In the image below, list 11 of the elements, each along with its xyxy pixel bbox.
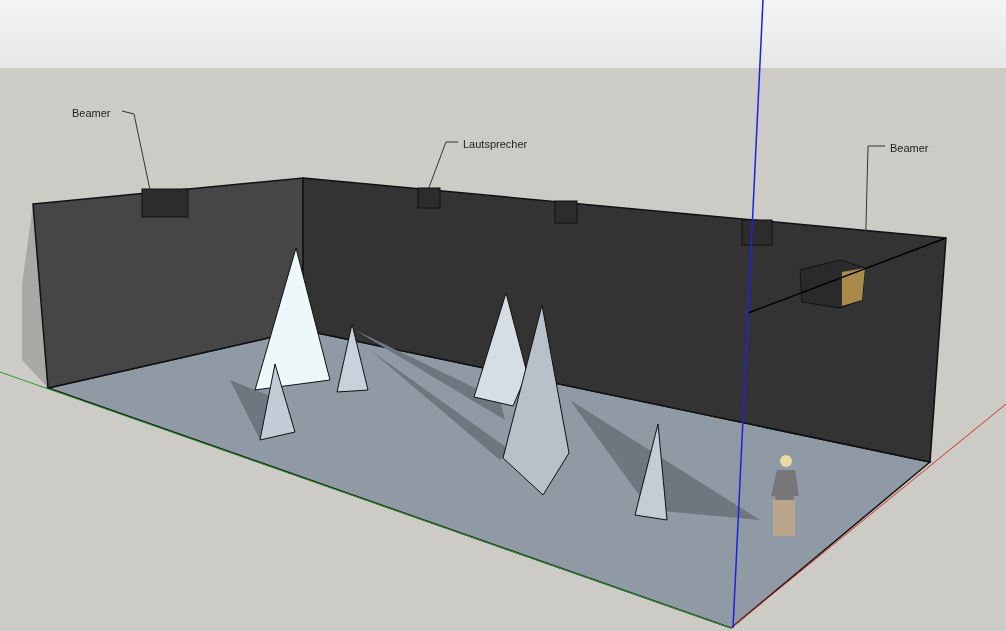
- 3d-viewport[interactable]: Beamer Lautsprecher Beamer: [0, 0, 1006, 631]
- projector-box: [799, 259, 866, 309]
- projector-box: [141, 188, 189, 218]
- callout-label: Beamer: [890, 142, 929, 154]
- speaker-box: [554, 200, 578, 224]
- pyramid: [336, 323, 369, 393]
- callout-label: Lautsprecher: [463, 138, 528, 150]
- speaker-box: [741, 219, 773, 246]
- speaker-box: [417, 187, 441, 209]
- leader-line: [427, 141, 459, 191]
- callout-label: Beamer: [72, 107, 111, 119]
